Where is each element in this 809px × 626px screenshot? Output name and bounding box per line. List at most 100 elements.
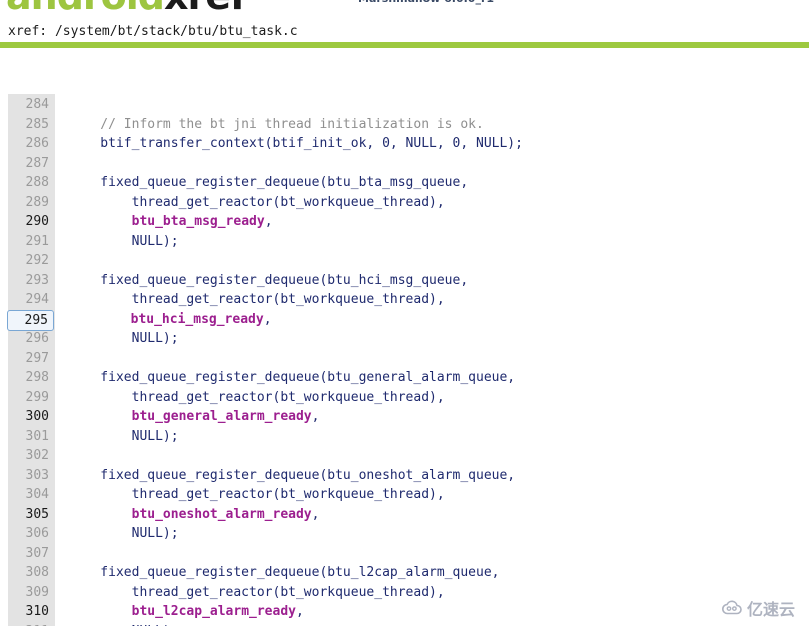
code-token: fixed_queue_register_dequeue(btu_hci_msg… <box>69 272 469 288</box>
code-line: 294 thread_get_reactor(bt_workqueue_thre… <box>0 290 523 310</box>
code-line: 300 btu_general_alarm_ready, <box>0 407 523 427</box>
xref-path-bar: xref: /system/bt/stack/btu/btu_task.c <box>0 12 809 42</box>
line-number-290[interactable]: 290 <box>8 212 55 232</box>
logo-version-tag: Marshmallow 6.0.0_r1 <box>358 0 494 5</box>
code-token: btif_transfer_context(btif_init_ok, 0, N… <box>69 136 523 151</box>
line-number-303[interactable]: 303 <box>8 466 55 486</box>
line-number-294[interactable]: 294 <box>8 290 55 310</box>
code-line: 311 NULL); <box>0 622 523 626</box>
code-token: , <box>296 604 304 619</box>
line-number-297[interactable]: 297 <box>8 349 55 369</box>
code-line: 287 <box>0 154 523 174</box>
line-number-311[interactable]: 311 <box>8 622 55 626</box>
line-number-310[interactable]: 310 <box>8 602 55 622</box>
code-token: fixed_queue_register_dequeue(btu_oneshot… <box>69 467 516 483</box>
line-number-291[interactable]: 291 <box>8 232 55 252</box>
symbol-link[interactable]: btu_bta_msg_ready <box>132 214 265 229</box>
symbol-link[interactable]: btu_l2cap_alarm_ready <box>132 604 296 619</box>
line-number-289[interactable]: 289 <box>8 193 55 213</box>
code-line-text: btu_l2cap_alarm_ready, <box>69 602 304 622</box>
code-line: 296 NULL); <box>0 329 523 349</box>
code-line-text: btu_bta_msg_ready, <box>69 212 273 232</box>
code-line: 293 fixed_queue_register_dequeue(btu_hci… <box>0 271 523 291</box>
line-number-301[interactable]: 301 <box>8 427 55 447</box>
code-line-text: fixed_queue_register_dequeue(btu_hci_msg… <box>69 271 468 291</box>
code-line-text: btif_transfer_context(btif_init_ok, 0, N… <box>69 134 523 154</box>
line-number-307[interactable]: 307 <box>8 544 55 564</box>
logo-wordmark[interactable]: androidxref <box>6 0 247 12</box>
code-token: thread_get_reactor(bt_workqueue_thread), <box>69 487 445 502</box>
cloud-icon <box>722 600 742 615</box>
line-number-306[interactable]: 306 <box>8 524 55 544</box>
code-token: fixed_queue_register_dequeue(btu_bta_msg… <box>69 175 469 190</box>
logo-wordmark-light: android <box>6 0 165 12</box>
code-line-text: thread_get_reactor(bt_workqueue_thread), <box>69 485 445 505</box>
code-line: 288 fixed_queue_register_dequeue(btu_bta… <box>0 173 523 193</box>
logo-wordmark-dark: xref <box>164 0 247 12</box>
code-line-text: thread_get_reactor(bt_workqueue_thread), <box>69 388 445 408</box>
line-number-302[interactable]: 302 <box>8 446 55 466</box>
line-number-305[interactable]: 305 <box>8 505 55 525</box>
code-line: 297 <box>0 349 523 369</box>
xref-path-text: xref: /system/bt/stack/btu/btu_task.c <box>8 24 298 39</box>
code-line: 291 NULL); <box>0 232 523 252</box>
code-line-text: fixed_queue_register_dequeue(btu_oneshot… <box>69 466 515 486</box>
code-line: 302 <box>0 446 523 466</box>
code-line-text: btu_general_alarm_ready, <box>69 407 320 427</box>
line-number-292[interactable]: 292 <box>8 251 55 271</box>
code-line: 308 fixed_queue_register_dequeue(btu_l2c… <box>0 563 523 583</box>
code-line-text: // Inform the bt jni thread initializati… <box>69 115 484 135</box>
symbol-link[interactable]: btu_oneshot_alarm_ready <box>132 507 312 522</box>
code-line-text: fixed_queue_register_dequeue(btu_general… <box>69 368 515 388</box>
line-number-286[interactable]: 286 <box>8 134 55 154</box>
navigation-toolbar: Home | History | Annotate | Line# | Navi… <box>0 48 809 94</box>
code-token: NULL); <box>69 233 179 249</box>
code-line-text: btu_oneshot_alarm_ready, <box>69 505 320 525</box>
code-line-text: NULL); <box>69 329 179 349</box>
code-line: 292 <box>0 251 523 271</box>
code-line-text: NULL); <box>69 622 179 626</box>
line-number-300[interactable]: 300 <box>8 407 55 427</box>
line-number-308[interactable]: 308 <box>8 563 55 583</box>
code-line: 289 thread_get_reactor(bt_workqueue_thre… <box>0 193 523 213</box>
line-number-284[interactable]: 284 <box>8 95 55 115</box>
code-line: 309 thread_get_reactor(bt_workqueue_thre… <box>0 583 523 603</box>
code-token: NULL); <box>69 428 179 444</box>
code-token: fixed_queue_register_dequeue(btu_general… <box>69 370 516 385</box>
line-number-298[interactable]: 298 <box>8 368 55 388</box>
code-line: 310 btu_l2cap_alarm_ready, <box>0 602 523 622</box>
code-token: thread_get_reactor(bt_workqueue_thread), <box>69 194 445 210</box>
code-line: 307 <box>0 544 523 564</box>
code-comment: // Inform the bt jni thread initializati… <box>69 116 484 132</box>
code-line-text: NULL); <box>69 427 179 447</box>
code-token: fixed_queue_register_dequeue(btu_l2cap_a… <box>69 565 500 580</box>
symbol-link[interactable]: btu_hci_msg_ready <box>131 312 264 327</box>
line-number-299[interactable]: 299 <box>8 388 55 408</box>
line-number-296[interactable]: 296 <box>8 329 55 349</box>
code-line: 284 <box>0 95 523 115</box>
symbol-link[interactable]: btu_general_alarm_ready <box>132 409 312 424</box>
code-line: 303 fixed_queue_register_dequeue(btu_one… <box>0 466 523 486</box>
line-number-285[interactable]: 285 <box>8 115 55 135</box>
line-number-304[interactable]: 304 <box>8 485 55 505</box>
line-number-288[interactable]: 288 <box>8 173 55 193</box>
code-line: 298 fixed_queue_register_dequeue(btu_gen… <box>0 368 523 388</box>
code-line-text: NULL); <box>69 232 179 252</box>
watermark-text: 亿速云 <box>746 600 795 619</box>
code-line: 286 btif_transfer_context(btif_init_ok, … <box>0 134 523 154</box>
line-number-293[interactable]: 293 <box>8 271 55 291</box>
line-number-309[interactable]: 309 <box>8 583 55 603</box>
code-line: 295 btu_hci_msg_ready, <box>0 309 523 331</box>
line-number-295[interactable]: 295 <box>7 309 54 331</box>
code-token: thread_get_reactor(bt_workqueue_thread), <box>69 292 445 307</box>
code-line: 299 thread_get_reactor(bt_workqueue_thre… <box>0 388 523 408</box>
code-line-text: fixed_queue_register_dequeue(btu_l2cap_a… <box>69 563 499 583</box>
source-code-viewport[interactable]: 284 285 // Inform the bt jni thread initi… <box>0 94 809 626</box>
code-line-text: fixed_queue_register_dequeue(btu_bta_msg… <box>69 173 468 193</box>
line-number-287[interactable]: 287 <box>8 154 55 174</box>
code-line: 290 btu_bta_msg_ready, <box>0 212 523 232</box>
